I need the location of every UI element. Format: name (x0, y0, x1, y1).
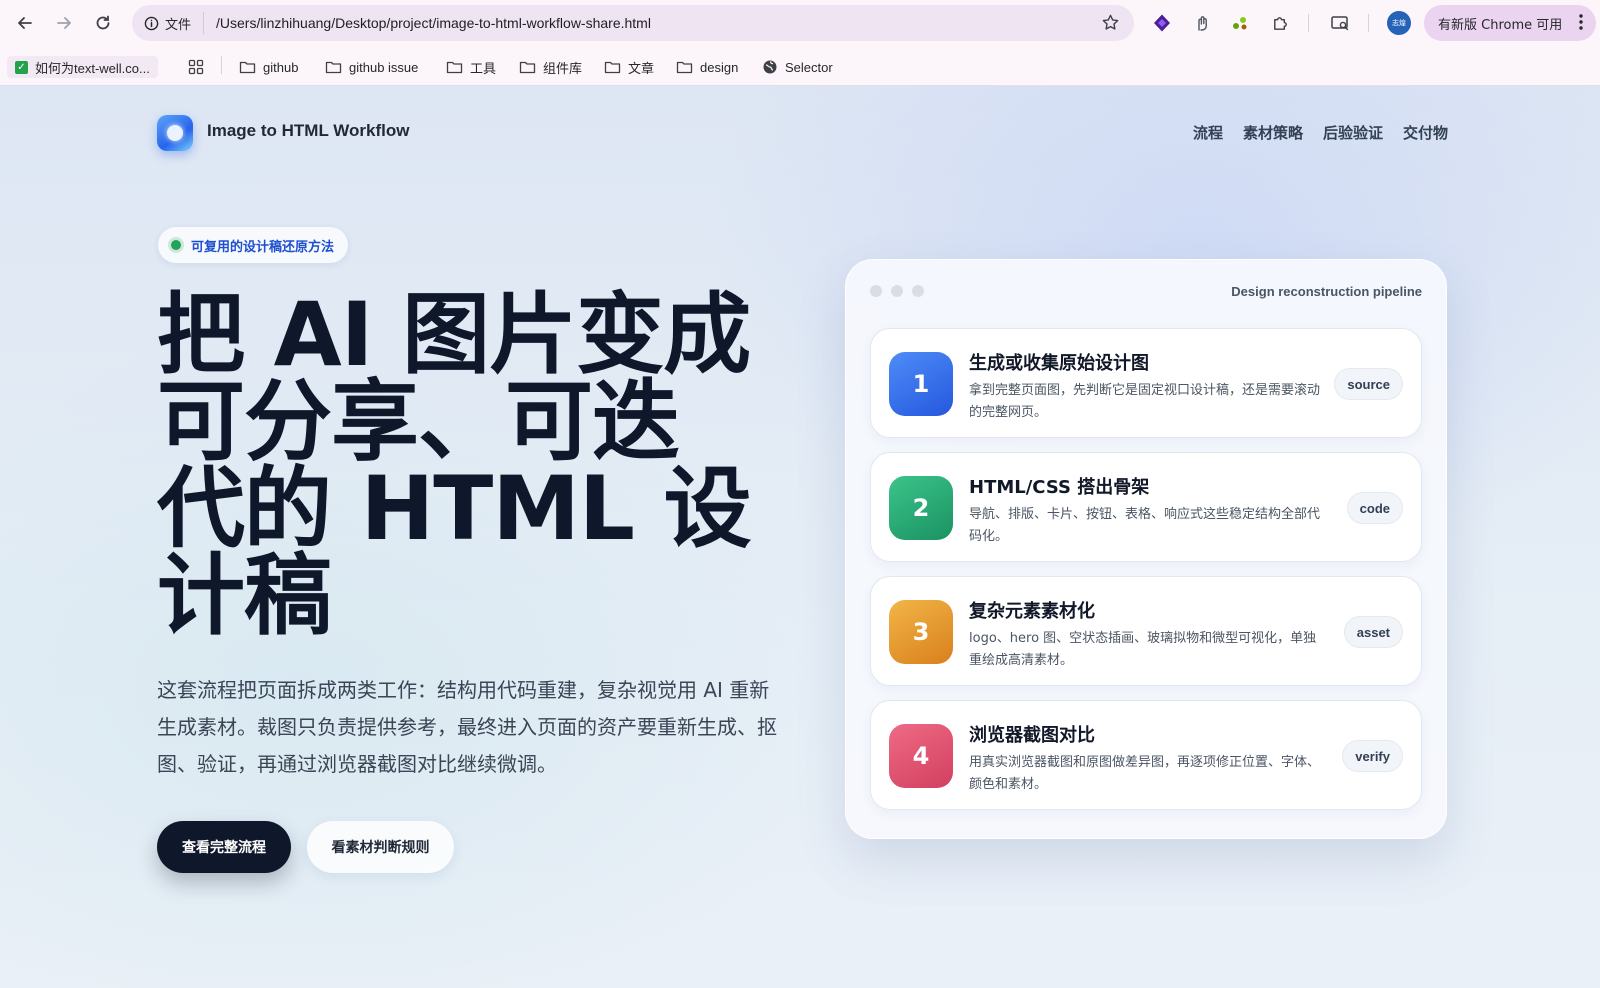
folder-icon (676, 61, 693, 74)
logo-icon[interactable] (157, 115, 193, 151)
pipeline-step-verify[interactable]: 4 浏览器截图对比 用真实浏览器截图和原图做差异图，再逐项修正位置、字体、颜色和… (870, 700, 1422, 810)
back-icon[interactable] (11, 9, 39, 37)
extensions-puzzle-icon[interactable] (1268, 11, 1292, 35)
bookmark-label: Selector (785, 59, 833, 75)
url-text[interactable]: /Users/linzhihuang/Desktop/project/image… (216, 15, 651, 31)
extension-diamond-icon[interactable] (1150, 11, 1174, 35)
pipeline-panel: Design reconstruction pipeline 1 生成或收集原始… (845, 259, 1447, 839)
folder-icon (325, 61, 342, 74)
folder-icon (239, 61, 256, 74)
bookmark-folder-articles[interactable]: 文章 (604, 56, 654, 78)
bookmark-divider (221, 56, 222, 74)
step-number-badge: 1 (889, 352, 953, 416)
pipeline-step-code[interactable]: 2 HTML/CSS 搭出骨架 导航、排版、卡片、按钮、表格、响应式这些稳定结构… (870, 452, 1422, 562)
nav-link-verification[interactable]: 后验验证 (1323, 122, 1383, 143)
profile-avatar[interactable]: 志煌 (1387, 11, 1411, 35)
step-tag: asset (1343, 616, 1403, 648)
nav-link-deliverables[interactable]: 交付物 (1403, 122, 1448, 143)
pipeline-title: Design reconstruction pipeline (1231, 284, 1422, 299)
bookmark-folder-tools[interactable]: 工具 (446, 56, 496, 78)
hero-badge: 可复用的设计稿还原方法 (158, 227, 349, 263)
checkbox-icon: ✓ (15, 60, 28, 74)
forward-icon[interactable] (50, 9, 78, 37)
globe-icon (763, 60, 777, 74)
hero-title-line: 代的 HTML 设 (157, 457, 752, 560)
hero-title-line: 可分享、可迭 (157, 370, 680, 473)
bookmark-label: design (700, 59, 739, 75)
step-description: 拿到完整页面图，先判断它是固定视口设计稿，还是需要滚动的完整网页。 (969, 383, 1321, 420)
bookmark-folder-design[interactable]: design (676, 56, 738, 78)
step-tag: verify (1342, 740, 1403, 772)
hero-title-line: 把 AI 图片变成 (157, 283, 751, 386)
top-nav: 流程 素材策略 后验验证 交付物 (1193, 122, 1448, 143)
hero-title-line: 计稿 (157, 544, 332, 647)
bookmark-label: github issue (349, 59, 419, 75)
nav-link-asset-strategy[interactable]: 素材策略 (1243, 122, 1303, 143)
step-description: logo、hero 图、空状态插画、玻璃拟物和微型可视化，单独重绘成高清素材。 (969, 631, 1317, 668)
window-dots (870, 285, 924, 297)
bookmark-folder-github-issue[interactable]: github issue (325, 56, 418, 78)
nav-link-flow[interactable]: 流程 (1193, 122, 1223, 143)
asset-rules-button[interactable]: 看素材判断规则 (307, 821, 454, 873)
info-icon (144, 16, 159, 30)
folder-icon (604, 61, 621, 74)
bookmark-selector[interactable]: Selector (762, 56, 833, 78)
step-description: 导航、排版、卡片、按钮、表格、响应式这些稳定结构全部代码化。 (969, 507, 1321, 544)
status-dot-icon (171, 240, 181, 250)
brand-name[interactable]: Image to HTML Workflow (207, 121, 409, 141)
toolbar-divider (1308, 14, 1309, 32)
step-description: 用真实浏览器截图和原图做差异图，再逐项修正位置、字体、颜色和素材。 (969, 755, 1321, 792)
page-viewport: Image to HTML Workflow 流程 素材策略 后验验证 交付物 … (0, 86, 1600, 988)
bookmark-label: 文章 (628, 60, 655, 76)
bookmark-text-well[interactable]: ✓ 如何为text-well.co... (7, 56, 158, 78)
extension-molecule-icon[interactable] (1228, 11, 1252, 35)
pipeline-step-source[interactable]: 1 生成或收集原始设计图 拿到完整页面图，先判断它是固定视口设计稿，还是需要滚动… (870, 328, 1422, 438)
apps-grid-icon[interactable] (188, 56, 204, 78)
browser-toolbar: 文件 /Users/linzhihuang/Desktop/project/im… (0, 0, 1600, 46)
step-number-badge: 2 (889, 476, 953, 540)
view-full-flow-button[interactable]: 查看完整流程 (157, 821, 291, 873)
bookmark-folder-github[interactable]: github (239, 56, 298, 78)
reload-icon[interactable] (89, 9, 117, 37)
bookmark-star-icon[interactable] (1101, 13, 1120, 36)
pipeline-step-asset[interactable]: 3 复杂元素素材化 logo、hero 图、空状态插画、玻璃拟物和微型可视化，单… (870, 576, 1422, 686)
bookmarks-bar: ✓ 如何为text-well.co... github github issue… (0, 46, 1600, 86)
bookmark-folder-components[interactable]: 组件库 (519, 56, 582, 78)
step-tag: source (1334, 368, 1403, 400)
folder-icon (446, 61, 463, 74)
step-tag: code (1346, 492, 1403, 524)
file-label: 文件 (165, 17, 192, 33)
more-menu-icon[interactable] (1578, 13, 1584, 35)
extension-hand-icon[interactable] (1190, 11, 1214, 35)
badge-label: 可复用的设计稿还原方法 (191, 239, 335, 255)
toolbar-divider (1368, 14, 1369, 32)
bookmark-label: 工具 (470, 60, 497, 76)
bookmark-label: 如何为text-well.co... (35, 60, 150, 76)
step-number-badge: 3 (889, 600, 953, 664)
site-info[interactable]: 文件 (144, 12, 205, 34)
bookmark-label: github (263, 59, 299, 75)
address-bar[interactable]: 文件 /Users/linzhihuang/Desktop/project/im… (132, 5, 1134, 41)
chrome-update-button[interactable]: 有新版 Chrome 可用 (1424, 5, 1596, 41)
hero-title: 把 AI 图片变成 可分享、可迭 代的 HTML 设 计稿 (157, 283, 797, 647)
step-number-badge: 4 (889, 724, 953, 788)
step-title: 复杂元素素材化 (969, 601, 1095, 622)
hero-description: 这套流程把页面拆成两类工作：结构用代码重建，复杂视觉用 AI 重新生成素材。裁图… (157, 678, 777, 776)
step-title: 生成或收集原始设计图 (969, 353, 1149, 374)
update-label: 有新版 Chrome 可用 (1438, 17, 1563, 33)
step-title: 浏览器截图对比 (969, 725, 1095, 746)
folder-icon (519, 61, 536, 74)
bookmark-label: 组件库 (543, 60, 583, 76)
tab-search-icon[interactable] (1328, 11, 1352, 35)
step-title: HTML/CSS 搭出骨架 (969, 477, 1150, 498)
